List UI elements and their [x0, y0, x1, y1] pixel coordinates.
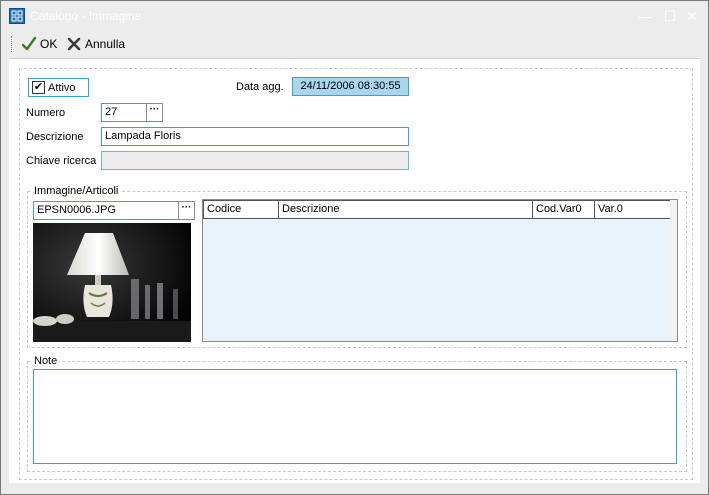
cancel-button[interactable]: Annulla	[66, 35, 125, 53]
checkmark-icon	[21, 36, 37, 51]
updated-field: 24/11/2006 08:30:55	[292, 77, 409, 96]
description-field[interactable]: Lampada Floris	[101, 127, 409, 146]
active-checkbox[interactable]: ✔ Attivo	[28, 78, 89, 97]
cancel-label: Annulla	[85, 37, 126, 51]
ok-button[interactable]: OK	[21, 35, 57, 53]
lamp-photo-icon	[33, 223, 191, 342]
dialog-window: Catalogo - Immagine — ☐ ✕ OK Annulla ✔ A…	[0, 0, 709, 495]
images-articles-group-title: Immagine/Articoli	[32, 185, 121, 197]
x-icon	[67, 37, 81, 51]
number-lookup-button[interactable]: ···	[146, 103, 163, 122]
minimize-icon[interactable]: —	[636, 7, 654, 25]
updated-label: Data agg.	[236, 81, 284, 93]
articles-table-header: Codice Descrizione Cod.Var0 Var.0	[203, 200, 671, 219]
form-panel: ✔ Attivo Data agg. 24/11/2006 08:30:55 N…	[9, 58, 700, 483]
active-label: Attivo	[48, 81, 76, 94]
product-image	[33, 223, 191, 342]
column-header-cod-var0[interactable]: Cod.Var0	[533, 200, 595, 219]
column-header-var0[interactable]: Var.0	[595, 200, 671, 219]
image-file-field[interactable]: EPSN0006.JPG	[33, 201, 179, 220]
search-key-label: Chiave ricerca	[26, 155, 97, 167]
close-icon[interactable]: ✕	[683, 7, 701, 25]
toolbar: OK Annulla	[9, 32, 700, 56]
articles-table[interactable]: Codice Descrizione Cod.Var0 Var.0	[202, 199, 678, 342]
column-header-codice[interactable]: Codice	[203, 200, 279, 219]
grid-app-icon	[9, 8, 25, 24]
maximize-icon[interactable]: ☐	[661, 7, 679, 25]
number-label: Numero	[26, 107, 66, 119]
image-file-browse-button[interactable]: ···	[178, 201, 195, 220]
ok-label: OK	[40, 37, 58, 51]
checkmark-icon: ✔	[33, 81, 44, 93]
number-field[interactable]: 27	[101, 103, 147, 122]
description-label: Descrizione	[26, 131, 84, 143]
title-bar[interactable]: Catalogo - Immagine — ☐ ✕	[1, 1, 708, 31]
column-header-descrizione[interactable]: Descrizione	[279, 200, 533, 219]
toolbar-grip[interactable]	[11, 36, 13, 52]
notes-group-title: Note	[32, 355, 60, 367]
search-key-field	[101, 151, 409, 170]
active-checkbox-box[interactable]: ✔	[32, 81, 45, 94]
window-title: Catalogo - Immagine	[30, 9, 142, 23]
notes-textarea[interactable]	[33, 369, 677, 464]
table-scrollbar[interactable]	[670, 200, 677, 341]
